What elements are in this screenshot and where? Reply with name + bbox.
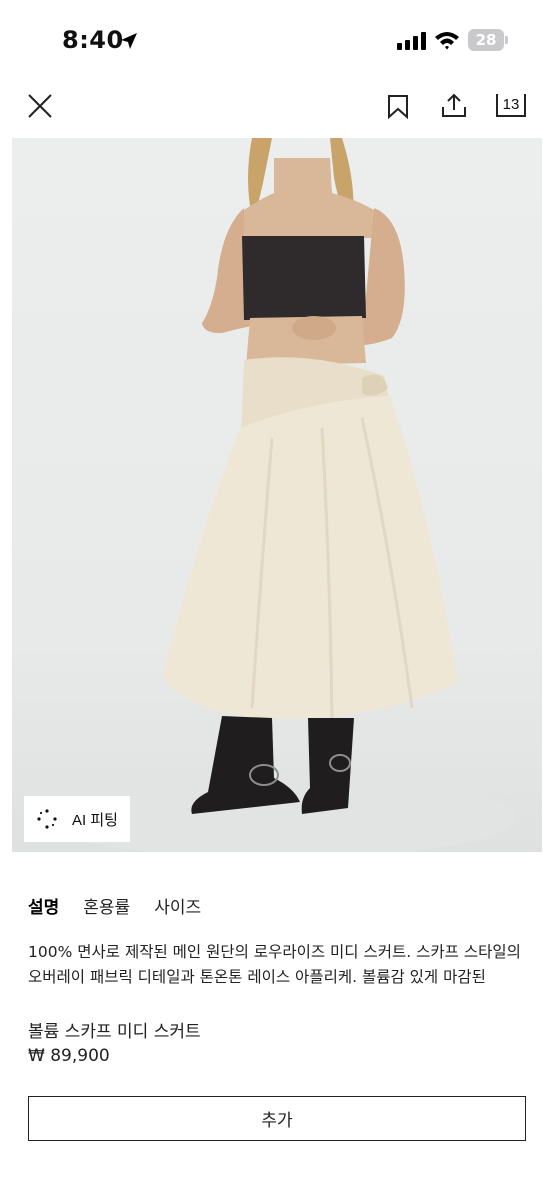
battery-level: 28	[475, 31, 497, 49]
tab-composition[interactable]: 혼용률	[83, 893, 130, 918]
shopping-bag-button[interactable]: 13	[496, 94, 526, 118]
product-price: ₩ 89,900	[28, 1046, 110, 1066]
battery-indicator: 28	[468, 29, 504, 51]
cart-count: 13	[502, 96, 520, 113]
product-photo-illustration	[37, 138, 517, 852]
product-image[interactable]	[12, 138, 542, 852]
bookmark-icon[interactable]	[387, 95, 409, 119]
share-icon[interactable]	[441, 93, 467, 119]
product-description: 100% 면사로 제작된 메인 원단의 로우라이즈 미디 스커트. 스카프 스타…	[28, 943, 521, 986]
product-info-tabs: 설명 혼용률 사이즈	[28, 893, 201, 918]
status-bar: 8:40 28	[0, 0, 554, 84]
status-time: 8:40	[62, 26, 124, 54]
product-name: 볼륨 스카프 미디 스커트	[28, 1022, 201, 1042]
cellular-signal-icon	[397, 32, 426, 50]
ai-fitting-label: AI 피팅	[72, 811, 118, 829]
close-icon[interactable]	[26, 92, 54, 120]
location-arrow-icon	[121, 33, 137, 49]
battery-tip	[505, 36, 508, 44]
tab-description[interactable]: 설명	[28, 893, 59, 918]
tab-size[interactable]: 사이즈	[154, 893, 201, 918]
sparkle-icon	[37, 809, 57, 829]
wifi-icon	[435, 32, 459, 50]
add-button-label: 추가	[261, 1111, 293, 1131]
add-to-cart-button[interactable]: 추가	[28, 1096, 526, 1141]
ai-fitting-button[interactable]: AI 피팅	[24, 796, 130, 842]
